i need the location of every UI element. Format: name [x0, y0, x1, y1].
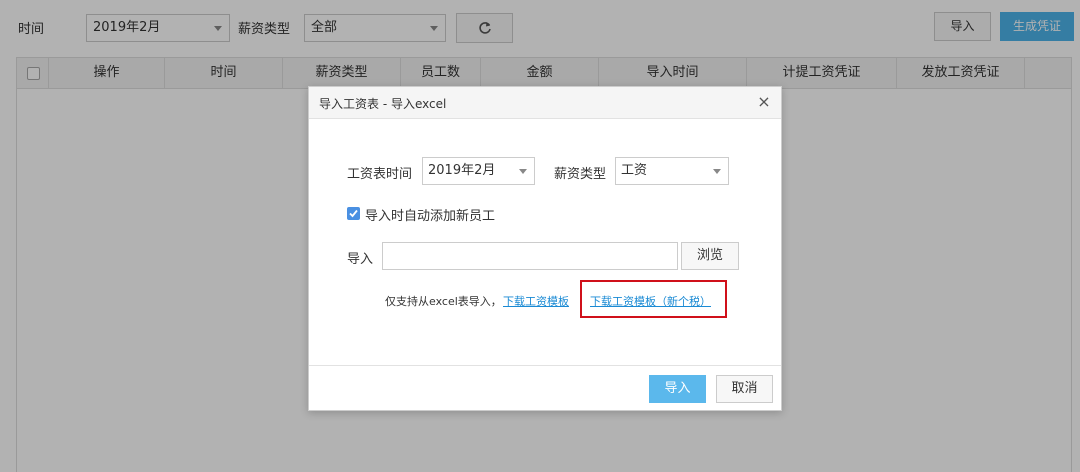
- auto-add-employee-label: 导入时自动添加新员工: [365, 209, 496, 224]
- cancel-button[interactable]: 取消: [716, 375, 773, 403]
- payroll-time-select[interactable]: 2019年2月: [422, 157, 535, 185]
- payroll-time-select-value: 2019年2月: [428, 163, 496, 178]
- auto-add-employee-checkbox[interactable]: [347, 207, 360, 220]
- modal-salary-type-label: 薪资类型: [554, 167, 607, 182]
- modal-salary-type-select[interactable]: 工资: [615, 157, 729, 185]
- dialog-title: 导入工资表 - 导入excel: [319, 97, 447, 111]
- browse-button[interactable]: 浏览: [681, 242, 739, 270]
- dialog-footer: 导入 取消: [309, 365, 781, 410]
- download-template-link[interactable]: 下载工资模板: [503, 293, 569, 309]
- download-template-new-tax-link[interactable]: 下载工资模板（新个税）: [590, 293, 711, 309]
- file-import-label: 导入: [347, 252, 374, 267]
- import-note: 仅支持从excel表导入，: [385, 295, 502, 308]
- file-path-input[interactable]: [382, 242, 678, 270]
- confirm-import-button[interactable]: 导入: [649, 375, 706, 403]
- import-excel-dialog: 导入工资表 - 导入excel × 工资表时间 2019年2月 薪资类型 工资 …: [308, 86, 782, 411]
- chevron-down-icon: [519, 169, 527, 174]
- check-icon: [349, 209, 358, 218]
- dialog-header: 导入工资表 - 导入excel ×: [309, 87, 781, 119]
- payroll-time-label: 工资表时间: [347, 167, 413, 182]
- chevron-down-icon: [713, 169, 721, 174]
- modal-salary-type-select-value: 工资: [621, 163, 648, 178]
- close-icon[interactable]: ×: [755, 92, 773, 112]
